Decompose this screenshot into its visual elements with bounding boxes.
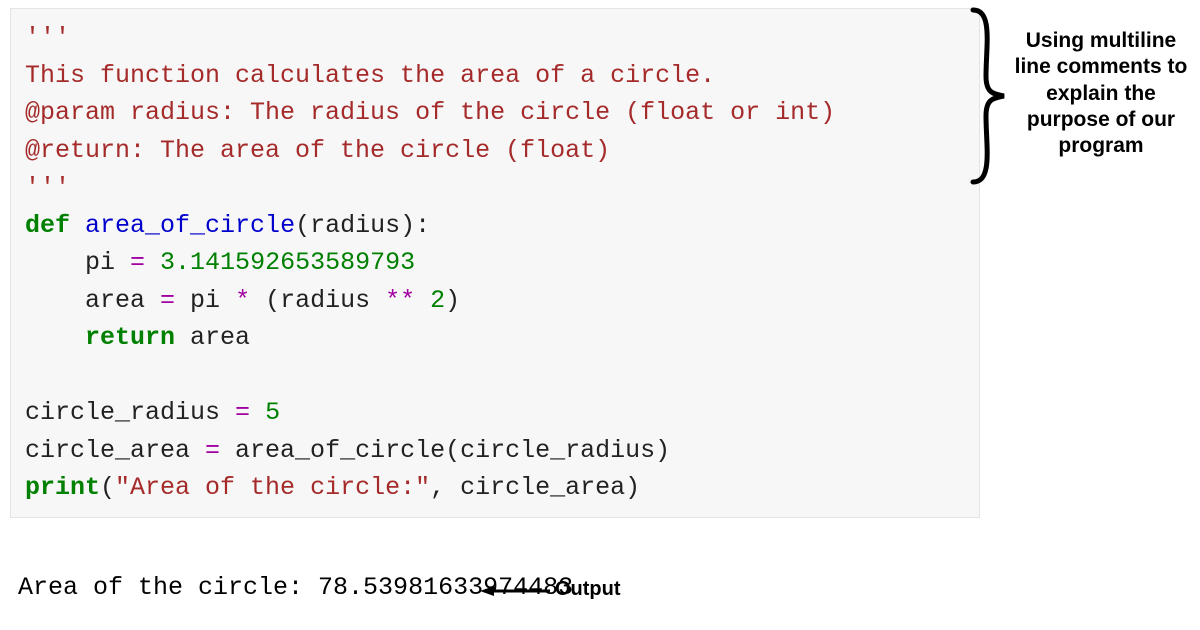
code-line-circle-radius: circle_radius = 5 <box>25 394 965 432</box>
code-line: ''' <box>25 19 965 57</box>
operator-eq: = <box>205 436 220 465</box>
docstring-close: ''' <box>25 173 70 202</box>
docstring-line: @param radius: The radius of the circle … <box>25 98 835 127</box>
code-block: ''' This function calculates the area of… <box>10 8 980 518</box>
code-line: ''' <box>25 169 965 207</box>
code-line-print: print("Area of the circle:", circle_area… <box>25 469 965 507</box>
operator-eq: = <box>160 286 175 315</box>
code-line: This function calculates the area of a c… <box>25 57 965 95</box>
code-line-return: return area <box>25 319 965 357</box>
docstring-line: @return: The area of the circle (float) <box>25 136 610 165</box>
keyword-return: return <box>85 323 175 352</box>
keyword-print: print <box>25 473 100 502</box>
code-line: @param radius: The radius of the circle … <box>25 94 965 132</box>
brace-icon <box>968 6 1008 186</box>
keyword-def: def <box>25 211 70 240</box>
docstring-open: ''' <box>25 23 70 52</box>
operator-star: * <box>235 286 250 315</box>
function-name: area_of_circle <box>85 211 295 240</box>
code-line-def: def area_of_circle(radius): <box>25 207 965 245</box>
code-line-area: area = pi * (radius ** 2) <box>25 282 965 320</box>
code-line-blank <box>25 357 965 395</box>
string-literal: "Area of the circle:" <box>115 473 430 502</box>
docstring-line: This function calculates the area of a c… <box>25 61 715 90</box>
signature-rest: (radius): <box>295 211 430 240</box>
code-line: @return: The area of the circle (float) <box>25 132 965 170</box>
number-two: 2 <box>430 286 445 315</box>
arrow-left-icon <box>480 586 550 596</box>
operator-pow: ** <box>385 286 415 315</box>
output-label: Output <box>555 578 621 601</box>
code-line-pi: pi = 3.141592653589793 <box>25 244 965 282</box>
number-five: 5 <box>250 398 280 427</box>
code-line-circle-area: circle_area = area_of_circle(circle_radi… <box>25 432 965 470</box>
operator-eq: = <box>235 398 250 427</box>
operator-eq: = <box>130 248 145 277</box>
number-pi: 3.141592653589793 <box>145 248 415 277</box>
annotation-comment-purpose: Using multiline line comments to explain… <box>1006 28 1196 159</box>
